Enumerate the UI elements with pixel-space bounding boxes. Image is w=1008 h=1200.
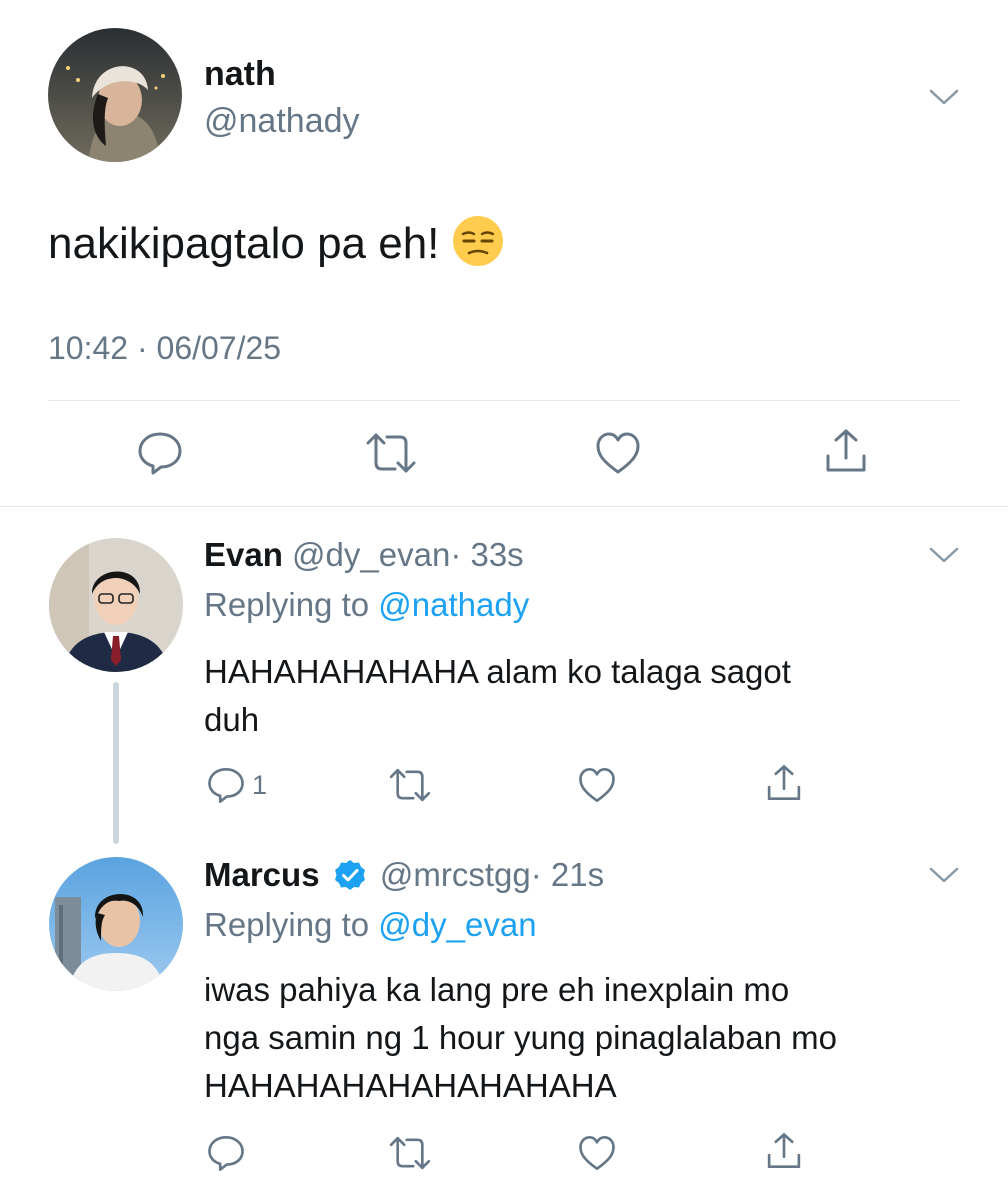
avatar-marcus[interactable] xyxy=(49,857,183,991)
handle[interactable]: @nathady xyxy=(204,102,360,141)
avatar-nath[interactable] xyxy=(48,28,182,162)
replying-to-label: Replying to xyxy=(204,586,370,623)
replying-to: Replying to @nathady xyxy=(204,586,529,624)
replying-to-handle[interactable]: @nathady xyxy=(378,586,529,623)
reply-text-line: HAHAHAHAHAHA alam ko talaga sagot xyxy=(204,653,791,690)
retweet-icon[interactable] xyxy=(387,766,433,804)
reply-icon[interactable] xyxy=(206,1134,246,1172)
reply-text-line: nga samin ng 1 hour yung pinaglalaban mo xyxy=(204,1019,837,1056)
handle[interactable]: @dy_evan xyxy=(292,536,450,573)
section-divider xyxy=(0,506,1008,507)
thread-line xyxy=(113,682,119,844)
replying-to: Replying to @dy_evan xyxy=(204,906,537,944)
share-icon[interactable] xyxy=(822,428,870,474)
replying-to-handle[interactable]: @dy_evan xyxy=(378,906,536,943)
like-icon[interactable] xyxy=(577,1134,617,1172)
display-name[interactable]: nath xyxy=(204,55,276,94)
display-name[interactable]: Marcus xyxy=(204,856,320,893)
reply-header: Marcus @mrcstgg· 21s xyxy=(204,856,604,894)
divider xyxy=(48,400,960,401)
reply-text: HAHAHAHAHAHA alam ko talaga sagot duh xyxy=(204,648,791,744)
reply-header: Evan @dy_evan· 33s xyxy=(204,536,524,574)
chevron-down-icon[interactable] xyxy=(929,546,959,564)
reply-text-line: iwas pahiya ka lang pre eh inexplain mo xyxy=(204,971,790,1008)
avatar-evan[interactable] xyxy=(49,538,183,672)
display-name[interactable]: Evan xyxy=(204,536,283,573)
verified-badge-icon xyxy=(333,858,367,892)
tweet-text-content: nakikipagtalo pa eh! xyxy=(48,219,440,268)
reply-icon[interactable] xyxy=(206,766,246,804)
chevron-down-icon[interactable] xyxy=(929,866,959,884)
chevron-down-icon[interactable] xyxy=(929,88,959,106)
reply-time[interactable]: · 33s xyxy=(450,536,523,573)
reply-count: 1 xyxy=(252,770,268,800)
tweet-timestamp[interactable]: 10:42 · 06/07/25 xyxy=(48,330,281,367)
handle[interactable]: @mrcstgg xyxy=(380,856,531,893)
share-icon[interactable] xyxy=(764,764,804,802)
share-icon[interactable] xyxy=(764,1132,804,1170)
tweet-text: nakikipagtalo pa eh! xyxy=(48,214,505,269)
like-icon[interactable] xyxy=(577,766,617,804)
reply-text-line: duh xyxy=(204,701,260,738)
reply-text-line: HAHAHAHAHAHAHAHAHA xyxy=(204,1067,617,1104)
reply-icon[interactable] xyxy=(136,430,184,476)
unamused-face-icon xyxy=(451,214,505,268)
reply-text: iwas pahiya ka lang pre eh inexplain mo … xyxy=(204,966,837,1110)
retweet-icon[interactable] xyxy=(363,430,419,476)
like-icon[interactable] xyxy=(594,430,642,476)
replying-to-label: Replying to xyxy=(204,906,370,943)
reply-time[interactable]: · 21s xyxy=(531,856,604,893)
retweet-icon[interactable] xyxy=(387,1134,433,1172)
